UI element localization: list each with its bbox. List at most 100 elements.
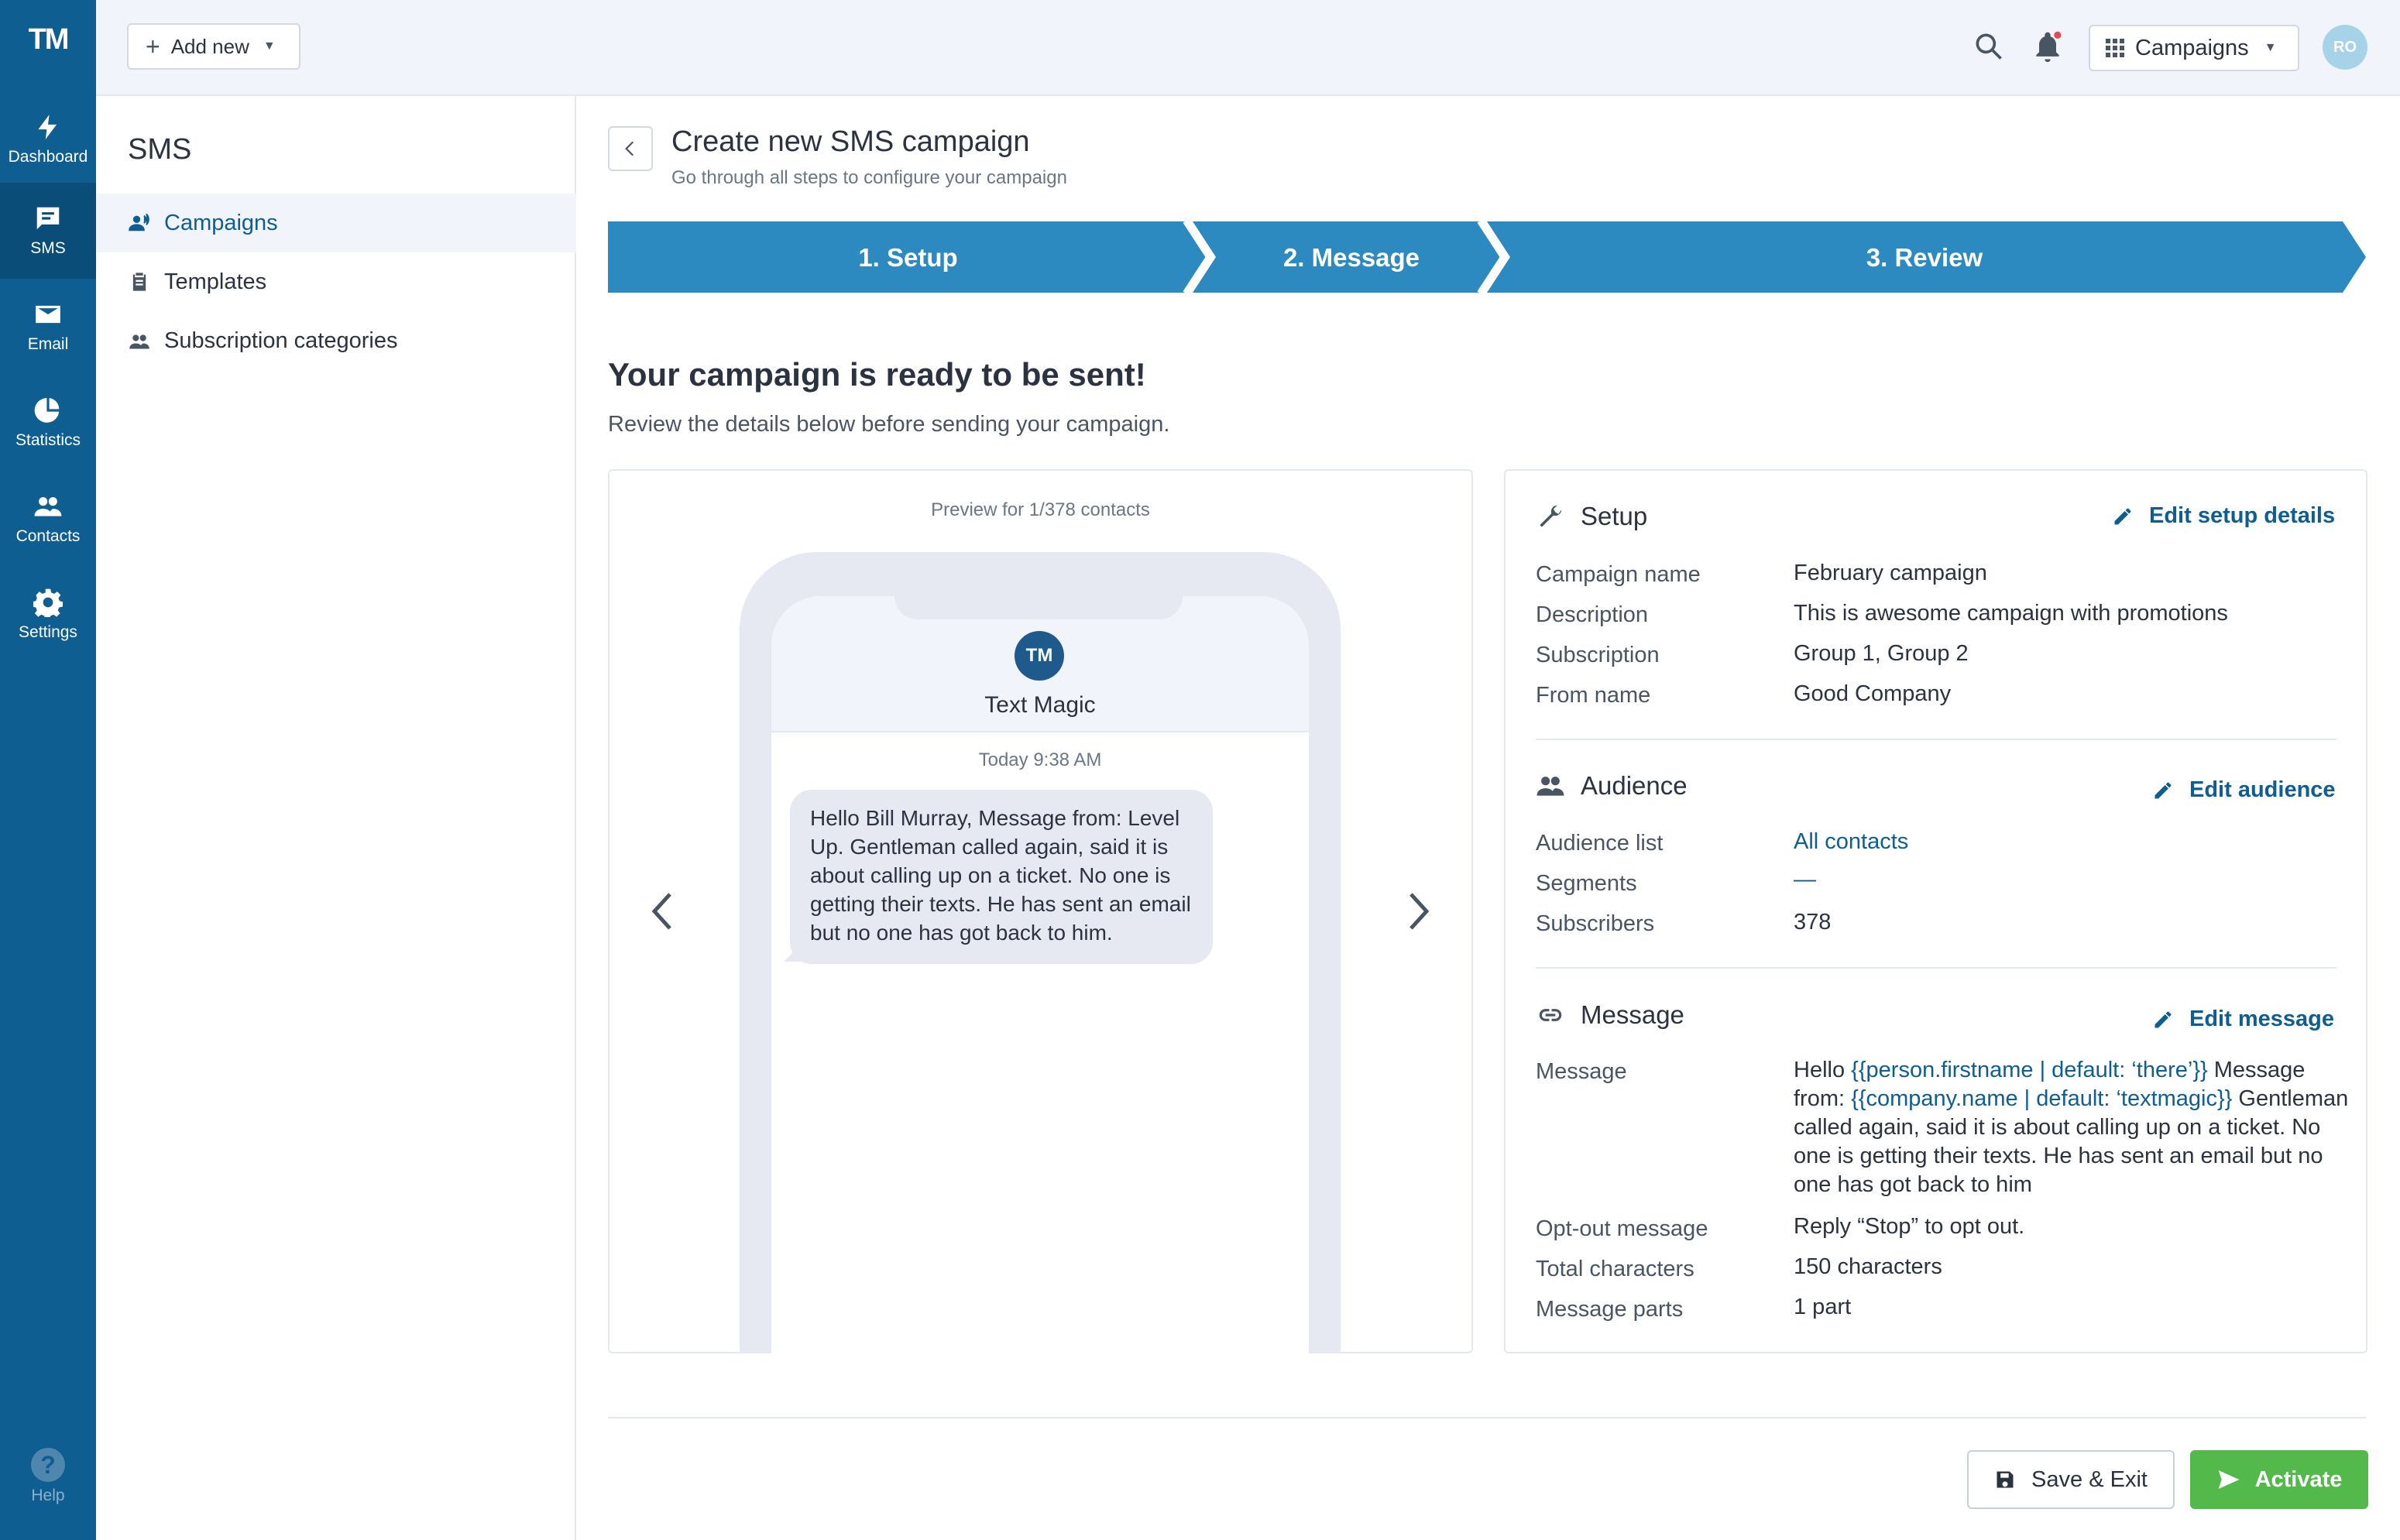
chevron-left-icon	[625, 141, 634, 156]
rail-item-sms[interactable]: SMS	[0, 183, 96, 279]
sidebar-item-label: Templates	[164, 269, 267, 294]
step-message[interactable]: 2. Message	[1197, 243, 1506, 273]
review-subtitle: Review the details below before sending …	[608, 412, 1170, 437]
activate-label: Activate	[2254, 1466, 2343, 1492]
save-exit-label: Save & Exit	[2031, 1466, 2148, 1492]
help-button[interactable]: ? Help	[0, 1448, 96, 1505]
notifications-bell-icon[interactable]	[2031, 29, 2065, 63]
add-new-button[interactable]: + Add new ▼	[127, 23, 300, 70]
previous-contact-arrow[interactable]	[647, 888, 678, 935]
sidebar-item-templates[interactable]: Templates	[96, 252, 576, 311]
edit-audience-link[interactable]: Edit audience	[2152, 777, 2336, 803]
subscribers-value: 378	[1794, 910, 1832, 935]
clipboard-icon	[132, 273, 146, 291]
floppy-disk-icon	[1997, 1471, 2014, 1488]
message-row-label: Message	[1536, 1059, 1627, 1084]
edit-audience-label: Edit audience	[2189, 777, 2336, 802]
rail-item-label: Email	[27, 335, 69, 353]
audience-list-link[interactable]: All contacts	[1794, 829, 1908, 855]
bolt-icon	[38, 115, 57, 139]
edit-message-link[interactable]: Edit message	[2152, 1007, 2334, 1032]
message-row-label: Message parts	[1536, 1297, 1684, 1322]
edit-setup-link[interactable]: Edit setup details	[2112, 503, 2335, 529]
message-bubble: Hello Bill Murray, Message from: Level U…	[790, 790, 1213, 964]
review-title: Your campaign is ready to be sent!	[608, 356, 1146, 393]
audience-section-title: Audience	[1536, 771, 1688, 801]
edit-setup-label: Edit setup details	[2149, 503, 2336, 528]
footer-divider	[608, 1417, 2366, 1418]
help-label: Help	[31, 1487, 65, 1504]
add-new-label: Add new	[170, 34, 249, 58]
rail-item-contacts[interactable]: Contacts	[0, 471, 96, 567]
send-icon	[2218, 1470, 2239, 1489]
sidebar-title: SMS	[128, 133, 192, 166]
message-title-text: Message	[1581, 1000, 1684, 1029]
message-row-label: Total characters	[1536, 1257, 1694, 1281]
plus-icon: +	[146, 32, 160, 60]
audience-row-label: Audience list	[1536, 831, 1664, 856]
audience-title-text: Audience	[1581, 771, 1688, 800]
app-switcher-label: Campaigns	[2135, 35, 2249, 60]
campaigns-icon	[129, 213, 149, 232]
link-icon	[1539, 1009, 1562, 1021]
sidebar-item-label: Campaigns	[164, 210, 278, 235]
progress-stepper: 1. Setup 2. Message 3. Review	[608, 221, 2366, 293]
setup-row-value: Good Company	[1794, 681, 1952, 706]
setup-row-label: From name	[1536, 683, 1651, 708]
rail-item-statistics[interactable]: Statistics	[0, 375, 96, 471]
app-switcher-dropdown[interactable]: Campaigns ▼	[2089, 25, 2299, 71]
setup-row-label: Subscription	[1536, 643, 1660, 667]
pencil-icon	[2155, 1011, 2172, 1027]
message-parts-value: 1 part	[1794, 1295, 1852, 1319]
setup-row-value: February campaign	[1794, 561, 1987, 585]
people-icon	[129, 334, 149, 349]
setup-title-text: Setup	[1581, 502, 1648, 530]
message-row-label: Opt-out message	[1536, 1216, 1708, 1241]
mail-icon	[36, 305, 60, 324]
message-template-text: Hello {{person.firstname | default: ‘the…	[1794, 1056, 2351, 1199]
sidebar-item-campaigns[interactable]: Campaigns	[96, 194, 576, 252]
rail-item-label: Contacts	[15, 527, 81, 545]
audience-row-label: Segments	[1536, 871, 1637, 896]
sidebar-item-subscription-categories[interactable]: Subscription categories	[96, 311, 576, 370]
pencil-icon	[2155, 782, 2172, 798]
edit-message-label: Edit message	[2189, 1007, 2334, 1031]
search-icon[interactable]	[1972, 29, 2006, 63]
rail-item-label: Dashboard	[8, 148, 88, 166]
rail-item-settings[interactable]: Settings	[0, 567, 96, 663]
wrench-icon	[1540, 505, 1562, 527]
app-logo[interactable]: TM	[0, 23, 96, 57]
setup-row-label: Description	[1536, 602, 1649, 627]
step-review[interactable]: 3. Review	[1499, 243, 2350, 273]
section-divider	[1536, 967, 2336, 969]
save-exit-button[interactable]: Save & Exit	[1967, 1450, 2175, 1509]
activate-button[interactable]: Activate	[2190, 1450, 2368, 1509]
rail-item-dashboard[interactable]: Dashboard	[0, 91, 96, 187]
people-icon	[34, 497, 62, 516]
pie-icon	[34, 398, 60, 423]
segments-value: —	[1794, 867, 1816, 892]
caret-down-icon: ▼	[263, 39, 276, 53]
page-subtitle: Go through all steps to configure your c…	[671, 167, 1067, 188]
total-characters-value: 150 characters	[1794, 1254, 1942, 1279]
back-button[interactable]	[608, 126, 653, 171]
help-icon: ?	[31, 1448, 65, 1482]
setup-row-value: This is awesome campaign with promotions	[1794, 601, 2228, 626]
user-avatar[interactable]: RO	[2323, 25, 2367, 70]
rail-item-label: Statistics	[15, 431, 81, 449]
preview-caption: Preview for 1/378 contacts	[931, 499, 1150, 520]
setup-section-title: Setup	[1536, 502, 1647, 531]
sender-name: Text Magic	[984, 692, 1096, 718]
gear-icon	[33, 588, 63, 617]
rail-item-label: SMS	[30, 239, 66, 257]
sender-avatar: TM	[1015, 631, 1064, 681]
setup-row-label: Campaign name	[1536, 562, 1701, 587]
section-divider	[1536, 739, 2336, 740]
next-contact-arrow[interactable]	[1403, 888, 1434, 935]
rail-item-email[interactable]: Email	[0, 279, 96, 375]
caret-down-icon: ▼	[2264, 41, 2277, 54]
step-setup[interactable]: 1. Setup	[608, 243, 1208, 273]
message-timestamp: Today 9:38 AM	[978, 749, 1102, 770]
audience-row-label: Subscribers	[1536, 911, 1655, 936]
rail-item-label: Settings	[19, 623, 77, 641]
